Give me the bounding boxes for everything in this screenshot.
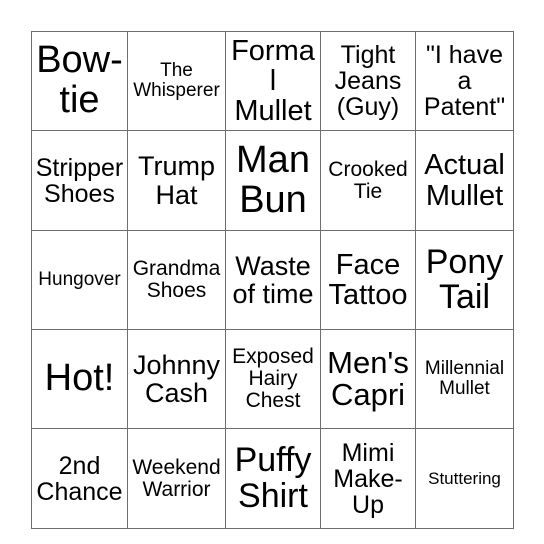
bingo-cell[interactable]: Weekend Warrior	[127, 428, 226, 529]
bingo-cell[interactable]: Stripper Shoes	[31, 130, 128, 231]
bingo-cell[interactable]: Crooked Tie	[320, 130, 416, 231]
bingo-cell[interactable]: The Whisperer	[127, 31, 226, 131]
bingo-cell[interactable]: Hungover	[31, 230, 128, 330]
bingo-row: Hungover Grandma Shoes Waste of time Fac…	[31, 230, 514, 330]
bingo-cell[interactable]: "I have a Patent"	[415, 31, 514, 131]
bingo-cell[interactable]: Man Bun	[225, 130, 321, 231]
bingo-cell[interactable]: Men's Capri	[320, 329, 416, 429]
bingo-row: 2nd Chance Weekend Warrior Puffy Shirt M…	[31, 428, 514, 529]
bingo-cell[interactable]: Trump Hat	[127, 130, 226, 231]
bingo-row: Bow-tie The Whisperer Formal Mullet Tigh…	[31, 31, 514, 131]
bingo-cell[interactable]: Actual Mullet	[415, 130, 514, 231]
bingo-cell[interactable]: Johnny Cash	[127, 329, 226, 429]
bingo-cell[interactable]: 2nd Chance	[31, 428, 128, 529]
bingo-cell[interactable]: Hot!	[31, 329, 128, 429]
bingo-cell[interactable]: Tight Jeans (Guy)	[320, 31, 416, 131]
bingo-cell[interactable]: Grandma Shoes	[127, 230, 226, 330]
bingo-cell[interactable]: Formal Mullet	[225, 31, 321, 131]
bingo-cell[interactable]: Millennial Mullet	[415, 329, 514, 429]
bingo-cell[interactable]: Mimi Make-Up	[320, 428, 416, 529]
bingo-cell[interactable]: Pony Tail	[415, 230, 514, 330]
bingo-card: Bow-tie The Whisperer Formal Mullet Tigh…	[31, 31, 514, 529]
bingo-cell[interactable]: Puffy Shirt	[225, 428, 321, 529]
bingo-cell[interactable]: Exposed Hairy Chest	[225, 329, 321, 429]
bingo-cell[interactable]: Stuttering	[415, 428, 514, 529]
bingo-cell[interactable]: Waste of time	[225, 230, 321, 330]
bingo-cell[interactable]: Bow-tie	[31, 31, 128, 131]
bingo-row: Stripper Shoes Trump Hat Man Bun Crooked…	[31, 130, 514, 231]
bingo-row: Hot! Johnny Cash Exposed Hairy Chest Men…	[31, 329, 514, 429]
bingo-cell[interactable]: Face Tattoo	[320, 230, 416, 330]
